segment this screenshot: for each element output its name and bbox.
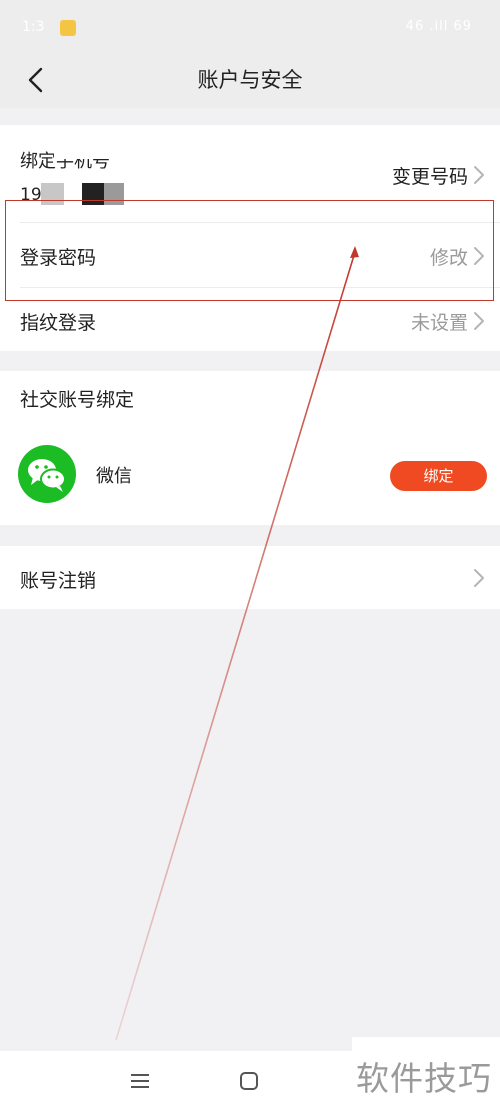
home-button[interactable] <box>237 1069 261 1093</box>
status-indicators: 46 .ill 69 <box>405 19 472 34</box>
bind-wechat-button[interactable]: 绑定 <box>390 461 487 491</box>
row-account-deactivate[interactable]: 账号注销 <box>0 546 500 609</box>
deactivate-label: 账号注销 <box>20 570 97 592</box>
wechat-label: 微信 <box>96 466 132 487</box>
watermark-text: 软件技巧 <box>356 1059 492 1098</box>
menu-button[interactable] <box>128 1069 152 1093</box>
nav-bar: 账户与安全 <box>0 52 500 108</box>
deactivate-card: 账号注销 <box>0 546 500 609</box>
wechat-icon <box>18 445 76 503</box>
page-title: 账户与安全 <box>197 68 303 92</box>
change-phone-link[interactable]: 变更号码 <box>392 162 468 189</box>
fingerprint-label: 指纹登录 <box>20 312 97 334</box>
chevron-right-icon <box>474 312 484 330</box>
chevron-right-icon <box>474 166 484 184</box>
social-section-title: 社交账号绑定 <box>20 389 135 411</box>
status-time: 1:3 <box>22 19 45 35</box>
home-square-icon <box>240 1072 258 1090</box>
social-card: 社交账号绑定 微信 绑定 <box>0 371 500 525</box>
chevron-right-icon <box>474 569 484 587</box>
menu-icon <box>131 1074 149 1088</box>
notification-icon <box>60 20 76 36</box>
status-bar: 1:3 46 .ill 69 <box>0 0 500 52</box>
phone-label-mask <box>54 145 124 159</box>
fingerprint-status[interactable]: 未设置 <box>411 308 468 335</box>
annotation-highlight-box <box>5 200 494 301</box>
